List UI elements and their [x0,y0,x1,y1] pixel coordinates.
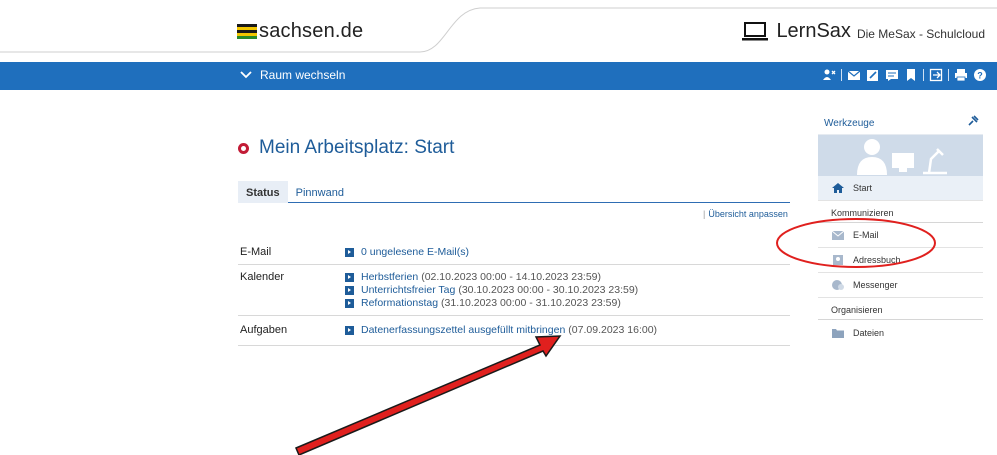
user-add-icon[interactable] [822,68,836,82]
tools-sidebar: Werkzeuge Start Kommunizieren E-Mail Adr… [818,110,983,345]
event-link[interactable]: Reformationstag [361,297,438,310]
sidebar-item-label: E-Mail [853,230,879,240]
arrow-right-square-icon [345,273,354,282]
row-items: 0 ungelesene E-Mail(s) [345,246,790,259]
sidebar-item-addressbook[interactable]: Adressbuch [818,248,983,273]
mail-icon[interactable] [847,68,861,82]
lernsax-subtitle: Die MeSax - Schulcloud [856,26,985,41]
message-icon[interactable] [885,68,899,82]
list-item: Unterrichtsfreier Tag (30.10.2023 00:00 … [345,284,790,297]
event-dates: (30.10.2023 00:00 - 30.10.2023 23:59) [458,284,639,296]
status-row-calendar: Kalender Herbstferien (02.10.2023 00:00 … [238,265,790,316]
toolbar-divider [841,69,842,81]
row-label: E-Mail [240,246,272,258]
sachsen-logo-text: sachsen.de [259,20,364,42]
sidebar-title: Werkzeuge [824,118,875,129]
arrow-right-square-icon [345,248,354,257]
customize-overview-link-wrap: | Übersicht anpassen [703,209,788,219]
task-due: (07.09.2023 16:00) [568,324,658,336]
pin-icon[interactable] [967,115,979,127]
sachsen-logo[interactable]: sachsen.de [237,20,363,43]
page-heading: Mein Arbeitsplatz: Start [238,137,454,159]
site-header: sachsen.de LernSax Die MeSax - Schulclou… [0,0,997,60]
page-title: Mein Arbeitsplatz: Start [259,137,455,158]
home-icon [832,183,844,193]
list-item: Reformationstag (31.10.2023 00:00 - 31.1… [345,297,790,310]
sidebar-item-label: Adressbuch [853,255,901,265]
lernsax-logo[interactable]: LernSax Die MeSax - Schulcloud [742,20,985,43]
red-arrow-icon [295,335,562,455]
status-list: E-Mail 0 ungelesene E-Mail(s) Kalender H… [238,243,790,346]
task-link[interactable]: Datenerfassungszettel ausgefüllt mitbrin… [361,324,565,337]
help-icon[interactable]: ? [973,68,987,82]
sidebar-item-label: Start [853,183,873,193]
room-switch-button[interactable]: Raum wechseln [240,68,345,82]
messenger-icon [832,280,844,290]
bookmark-icon[interactable] [904,68,918,82]
row-label: Aufgaben [240,324,288,336]
status-row-email: E-Mail 0 ungelesene E-Mail(s) [238,243,790,265]
monitor-icon [742,21,769,40]
sidebar-section-organize: Organisieren [818,298,983,320]
room-switch-label: Raum wechseln [260,68,346,82]
sidebar-header: Werkzeuge [818,110,983,134]
row-items: Herbstferien (02.10.2023 00:00 - 14.10.2… [345,271,790,310]
event-link[interactable]: Herbstferien [361,271,418,284]
record-dot-icon [238,142,249,154]
arrow-right-square-icon [345,326,354,335]
workspace-illustration [818,134,983,176]
list-item: 0 ungelesene E-Mail(s) [345,246,790,259]
lernsax-name: LernSax [776,20,851,42]
customize-overview-link[interactable]: Übersicht anpassen [708,209,788,219]
tab-bar: Status Pinnwand [238,181,790,203]
page: sachsen.de LernSax Die MeSax - Schulclou… [0,0,997,455]
saxony-flag-icon [237,23,257,40]
toolbar-divider [923,69,924,81]
arrow-right-square-icon [345,286,354,295]
svg-text:?: ? [977,71,983,81]
top-navbar: Raum wechseln ? [0,62,997,90]
toolbar-icons: ? [822,68,987,82]
chevron-down-icon [240,71,252,79]
print-icon[interactable] [954,68,968,82]
folder-icon [832,328,844,338]
separator-pipe: | [703,209,706,219]
edit-icon[interactable] [866,68,880,82]
row-items: Datenerfassungszettel ausgefüllt mitbrin… [345,324,790,337]
list-item: Herbstferien (02.10.2023 00:00 - 14.10.2… [345,271,790,284]
tab-status[interactable]: Status [238,181,288,203]
event-dates: (02.10.2023 00:00 - 14.10.2023 23:59) [421,271,602,283]
event-dates: (31.10.2023 00:00 - 31.10.2023 23:59) [441,297,621,309]
mail-icon [831,230,845,240]
sidebar-section-communicate: Kommunizieren [818,201,983,223]
toolbar-divider [948,69,949,81]
sidebar-item-label: Dateien [853,327,885,338]
sidebar-item-files[interactable]: Dateien [818,320,983,345]
sidebar-item-label: Messenger [853,280,898,290]
arrow-right-square-icon [345,299,354,308]
tab-pinnwand[interactable]: Pinnwand [288,181,352,203]
address-book-icon [833,255,843,265]
sidebar-item-start[interactable]: Start [818,176,983,201]
logout-icon[interactable] [929,68,943,82]
sidebar-item-email[interactable]: E-Mail [818,223,983,248]
event-link[interactable]: Unterrichtsfreier Tag [361,284,455,297]
workspace-illustration-icon [857,139,947,175]
sidebar-item-messenger[interactable]: Messenger [818,273,983,298]
row-label: Kalender [240,271,285,283]
status-row-tasks: Aufgaben Datenerfassungszettel ausgefüll… [238,316,790,346]
unread-mail-link[interactable]: 0 ungelesene E-Mail(s) [361,246,469,259]
list-item: Datenerfassungszettel ausgefüllt mitbrin… [345,324,790,337]
